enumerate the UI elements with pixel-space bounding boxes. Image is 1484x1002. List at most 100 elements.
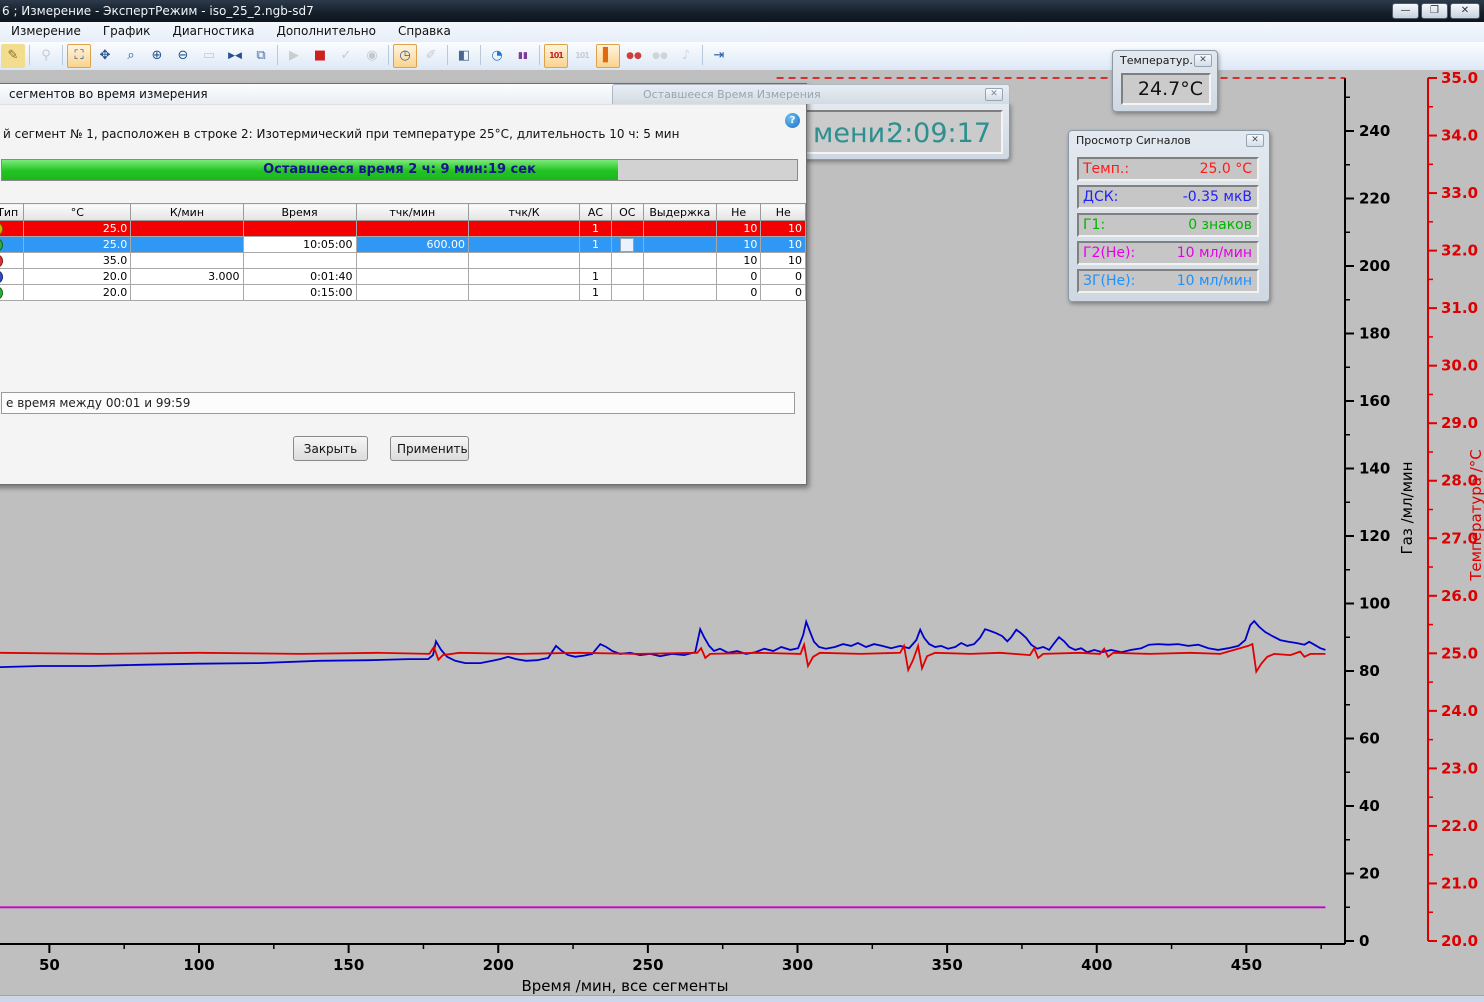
exit-icon[interactable]: ⇥ bbox=[707, 44, 731, 68]
align-cursors-icon[interactable]: ▶◀ bbox=[223, 44, 247, 68]
monitor-icon[interactable]: ◧ bbox=[452, 44, 476, 68]
cell-К/мин-row4[interactable]: 3.000 bbox=[130, 268, 244, 285]
signal-dots-icon[interactable]: ●● bbox=[622, 44, 646, 68]
edit-note-icon[interactable]: ✎ bbox=[1, 44, 25, 68]
remaining-time-close-icon[interactable]: ✕ bbox=[985, 88, 1003, 101]
cell-Не-row5[interactable]: 0 bbox=[715, 284, 762, 301]
limits-off-icon[interactable]: 101 101 bbox=[570, 44, 594, 82]
cell-Не-row1[interactable]: 10 bbox=[760, 220, 806, 237]
temperature-window-close-icon[interactable]: ✕ bbox=[1194, 54, 1212, 67]
cell-АС-row1[interactable]: 1 bbox=[579, 220, 612, 237]
standby-icon[interactable]: ◉ bbox=[360, 44, 384, 68]
cell-тчк/мин-row4[interactable] bbox=[355, 268, 470, 285]
column-header-ОС[interactable]: ОС bbox=[610, 203, 644, 221]
column-header-Тип[interactable]: Тип bbox=[0, 203, 25, 221]
restore-button[interactable]: ❐ bbox=[1421, 3, 1448, 19]
column-header-Выдержка[interactable]: Выдержка bbox=[642, 203, 717, 221]
column-header-тчк/мин[interactable]: тчк/мин bbox=[355, 203, 470, 221]
cell-Время-row2[interactable]: 10:05:00 bbox=[242, 236, 357, 253]
menu-item-дополнительно[interactable]: Дополнительно bbox=[265, 22, 387, 42]
cell-тчк/К-row2[interactable] bbox=[468, 236, 581, 253]
select-region-icon[interactable]: ▭ bbox=[197, 44, 221, 68]
cell-ОС-row3[interactable] bbox=[610, 252, 644, 269]
apply-button[interactable]: Применить bbox=[390, 436, 469, 461]
cell-АС-row4[interactable]: 1 bbox=[579, 268, 612, 285]
column-header-тчк/К[interactable]: тчк/К bbox=[468, 203, 581, 221]
stop-icon[interactable]: ■ bbox=[308, 44, 332, 68]
oc-checkbox[interactable] bbox=[620, 237, 635, 252]
cell-Выдержка-row2[interactable] bbox=[642, 236, 717, 253]
run-icon[interactable]: ▶ bbox=[282, 44, 306, 68]
menu-item-справка[interactable]: Справка bbox=[387, 22, 462, 42]
cell-Выдержка-row4[interactable] bbox=[642, 268, 717, 285]
cell-К/мин-row3[interactable] bbox=[130, 252, 244, 269]
pan-crosshair-icon[interactable]: ✥ bbox=[93, 44, 117, 68]
cell-°C-row5[interactable]: 20.0 bbox=[23, 284, 132, 301]
power-clock-icon[interactable]: ◔ bbox=[485, 44, 509, 68]
copy-icon[interactable]: ⧉ bbox=[249, 44, 273, 68]
column-header-К/мин[interactable]: К/мин bbox=[130, 203, 244, 221]
cell-ОС-row2[interactable] bbox=[610, 236, 644, 253]
cell-тчк/К-row3[interactable] bbox=[468, 252, 581, 269]
zoom-out-icon[interactable]: ⊖ bbox=[171, 44, 195, 68]
cell-Не-row2[interactable]: 10 bbox=[760, 236, 806, 253]
cell-Выдержка-row1[interactable] bbox=[642, 220, 717, 237]
segment-row-1[interactable]: 25.0 1 10 10 bbox=[0, 220, 806, 237]
fit-window-icon[interactable]: ⛶ bbox=[67, 44, 91, 68]
cell-Выдержка-row5[interactable] bbox=[642, 284, 717, 301]
help-icon[interactable]: ? bbox=[785, 113, 800, 128]
cell-Время-row4[interactable]: 0:01:40 bbox=[242, 268, 357, 285]
search-key-icon[interactable]: ⚲ bbox=[34, 44, 58, 68]
signal-dots-off-icon[interactable]: ●● bbox=[648, 44, 672, 68]
cell-Время-row1[interactable] bbox=[242, 220, 357, 237]
cell-тчк/мин-row1[interactable] bbox=[355, 220, 470, 237]
cell-Время-row5[interactable]: 0:15:00 bbox=[242, 284, 357, 301]
thermometer-icon[interactable]: ▌ bbox=[596, 44, 620, 68]
gas-bottles-icon[interactable]: ▮▮ bbox=[511, 44, 535, 68]
remaining-time-window-titlebar[interactable]: Оставшееся Время Измерения ✕ bbox=[612, 84, 1010, 104]
cell-К/мин-row1[interactable] bbox=[130, 220, 244, 237]
cell-К/мин-row2[interactable] bbox=[130, 236, 244, 253]
cell-тчк/мин-row2[interactable]: 600.00 bbox=[355, 236, 470, 253]
cell-Время-row3[interactable] bbox=[242, 252, 357, 269]
menu-item-измерение[interactable]: Измерение bbox=[0, 22, 92, 42]
cell-ОС-row4[interactable] bbox=[610, 268, 644, 285]
cell-тчк/К-row4[interactable] bbox=[468, 268, 581, 285]
zoom-in-icon[interactable]: ⊕ bbox=[145, 44, 169, 68]
minimize-button[interactable]: — bbox=[1392, 3, 1419, 19]
cell-Не-row4[interactable]: 0 bbox=[760, 268, 806, 285]
erase-icon[interactable]: ✐ bbox=[419, 44, 443, 68]
cell-АС-row2[interactable]: 1 bbox=[579, 236, 612, 253]
tune-icon[interactable]: ♪ bbox=[674, 44, 698, 68]
signals-window-close-icon[interactable]: ✕ bbox=[1246, 134, 1264, 147]
cell-Не-row4[interactable]: 0 bbox=[715, 268, 762, 285]
cell-тчк/К-row1[interactable] bbox=[468, 220, 581, 237]
column-header-Не[interactable]: Не bbox=[760, 203, 806, 221]
column-header-Время[interactable]: Время bbox=[242, 203, 357, 221]
cell-Выдержка-row3[interactable] bbox=[642, 252, 717, 269]
limits-on-icon[interactable]: 101 101 bbox=[544, 44, 568, 82]
segment-time-icon[interactable]: ◷ bbox=[393, 44, 417, 68]
segment-row-2[interactable]: 25.0 10:05:00 600.00 1 10 10 bbox=[0, 236, 806, 253]
cell-Не-row2[interactable]: 10 bbox=[715, 236, 762, 253]
segment-row-3[interactable]: 35.0 10 10 bbox=[0, 252, 806, 269]
cell-Не-row1[interactable]: 10 bbox=[715, 220, 762, 237]
cell-°C-row1[interactable]: 25.0 bbox=[23, 220, 132, 237]
cell-ОС-row1[interactable] bbox=[610, 220, 644, 237]
cell-Не-row3[interactable]: 10 bbox=[715, 252, 762, 269]
close-dialog-button[interactable]: Закрыть bbox=[293, 436, 368, 461]
cell-°C-row3[interactable]: 35.0 bbox=[23, 252, 132, 269]
cell-тчк/мин-row5[interactable] bbox=[355, 284, 470, 301]
check-icon[interactable]: ✓ bbox=[334, 44, 358, 68]
cell-К/мин-row5[interactable] bbox=[130, 284, 244, 301]
segment-row-4[interactable]: 20.0 3.000 0:01:40 1 0 0 bbox=[0, 268, 806, 285]
close-button[interactable]: ✕ bbox=[1450, 3, 1480, 19]
cell-тчк/К-row5[interactable] bbox=[468, 284, 581, 301]
cell-ОС-row5[interactable] bbox=[610, 284, 644, 301]
zoom-tool-icon[interactable]: ⌕ bbox=[119, 44, 143, 68]
cell-°C-row2[interactable]: 25.0 bbox=[23, 236, 132, 253]
column-header-Не[interactable]: Не bbox=[715, 203, 762, 221]
menu-item-график[interactable]: График bbox=[92, 22, 162, 42]
column-header-°C[interactable]: °C bbox=[23, 203, 132, 221]
cell-АС-row3[interactable] bbox=[579, 252, 612, 269]
